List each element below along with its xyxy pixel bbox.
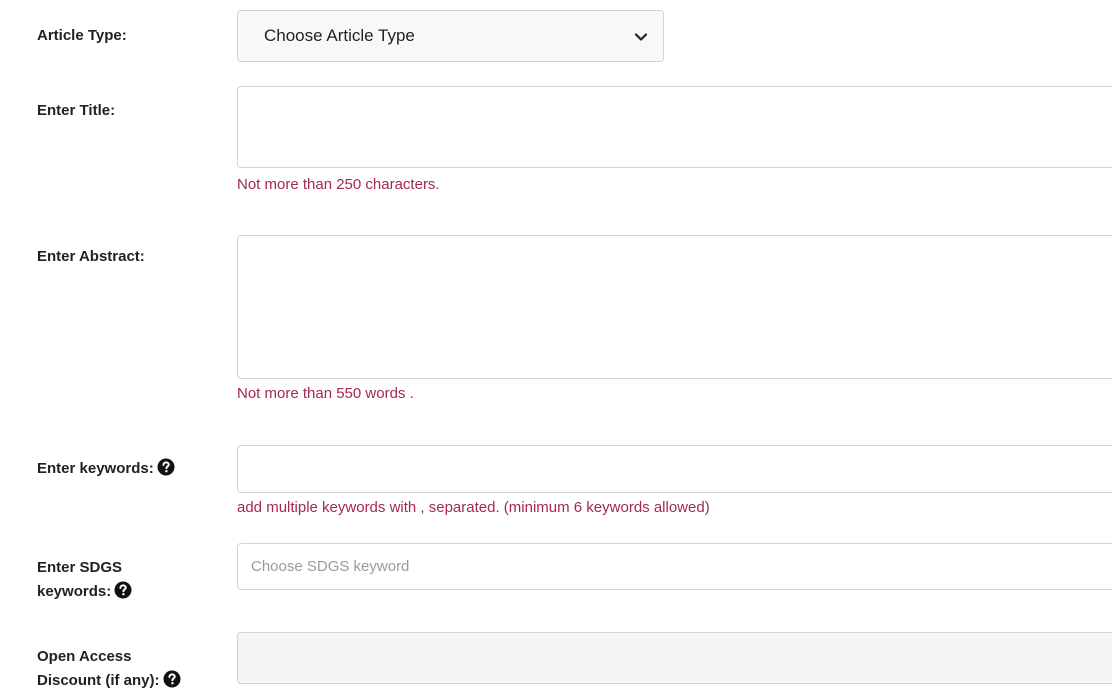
- sdgs-label-line2: keywords:: [37, 583, 112, 600]
- chevron-down-icon: [634, 29, 648, 49]
- title-hint: Not more than 250 characters.: [237, 176, 440, 193]
- title-label: Enter Title:: [37, 102, 116, 119]
- abstract-label: Enter Abstract:: [37, 248, 145, 265]
- article-type-select[interactable]: Choose Article Type: [237, 10, 664, 62]
- open-access-label-line2: Discount (if any):: [37, 672, 160, 689]
- open-access-discount-input[interactable]: [237, 632, 1112, 684]
- keywords-label: Enter keywords:: [37, 460, 154, 477]
- sdgs-label-line1: Enter SDGS: [37, 559, 123, 576]
- open-access-label-line1: Open Access: [37, 648, 132, 665]
- article-type-selected-value: Choose Article Type: [264, 26, 415, 45]
- question-circle-icon[interactable]: [157, 458, 175, 484]
- keywords-label-row: Enter keywords:: [37, 457, 175, 484]
- sdgs-label: Enter SDGS keywords:: [37, 556, 132, 607]
- open-access-label: Open Access Discount (if any):: [37, 645, 181, 696]
- question-circle-icon[interactable]: [114, 581, 132, 607]
- keywords-hint: add multiple keywords with , separated. …: [237, 499, 710, 516]
- sdgs-keyword-input[interactable]: [237, 543, 1112, 590]
- question-circle-icon[interactable]: [163, 670, 181, 696]
- article-type-label: Article Type:: [37, 27, 127, 44]
- abstract-textarea[interactable]: [237, 235, 1112, 379]
- title-textarea[interactable]: [237, 86, 1112, 168]
- keywords-input[interactable]: [237, 445, 1112, 493]
- abstract-hint: Not more than 550 words .: [237, 385, 414, 402]
